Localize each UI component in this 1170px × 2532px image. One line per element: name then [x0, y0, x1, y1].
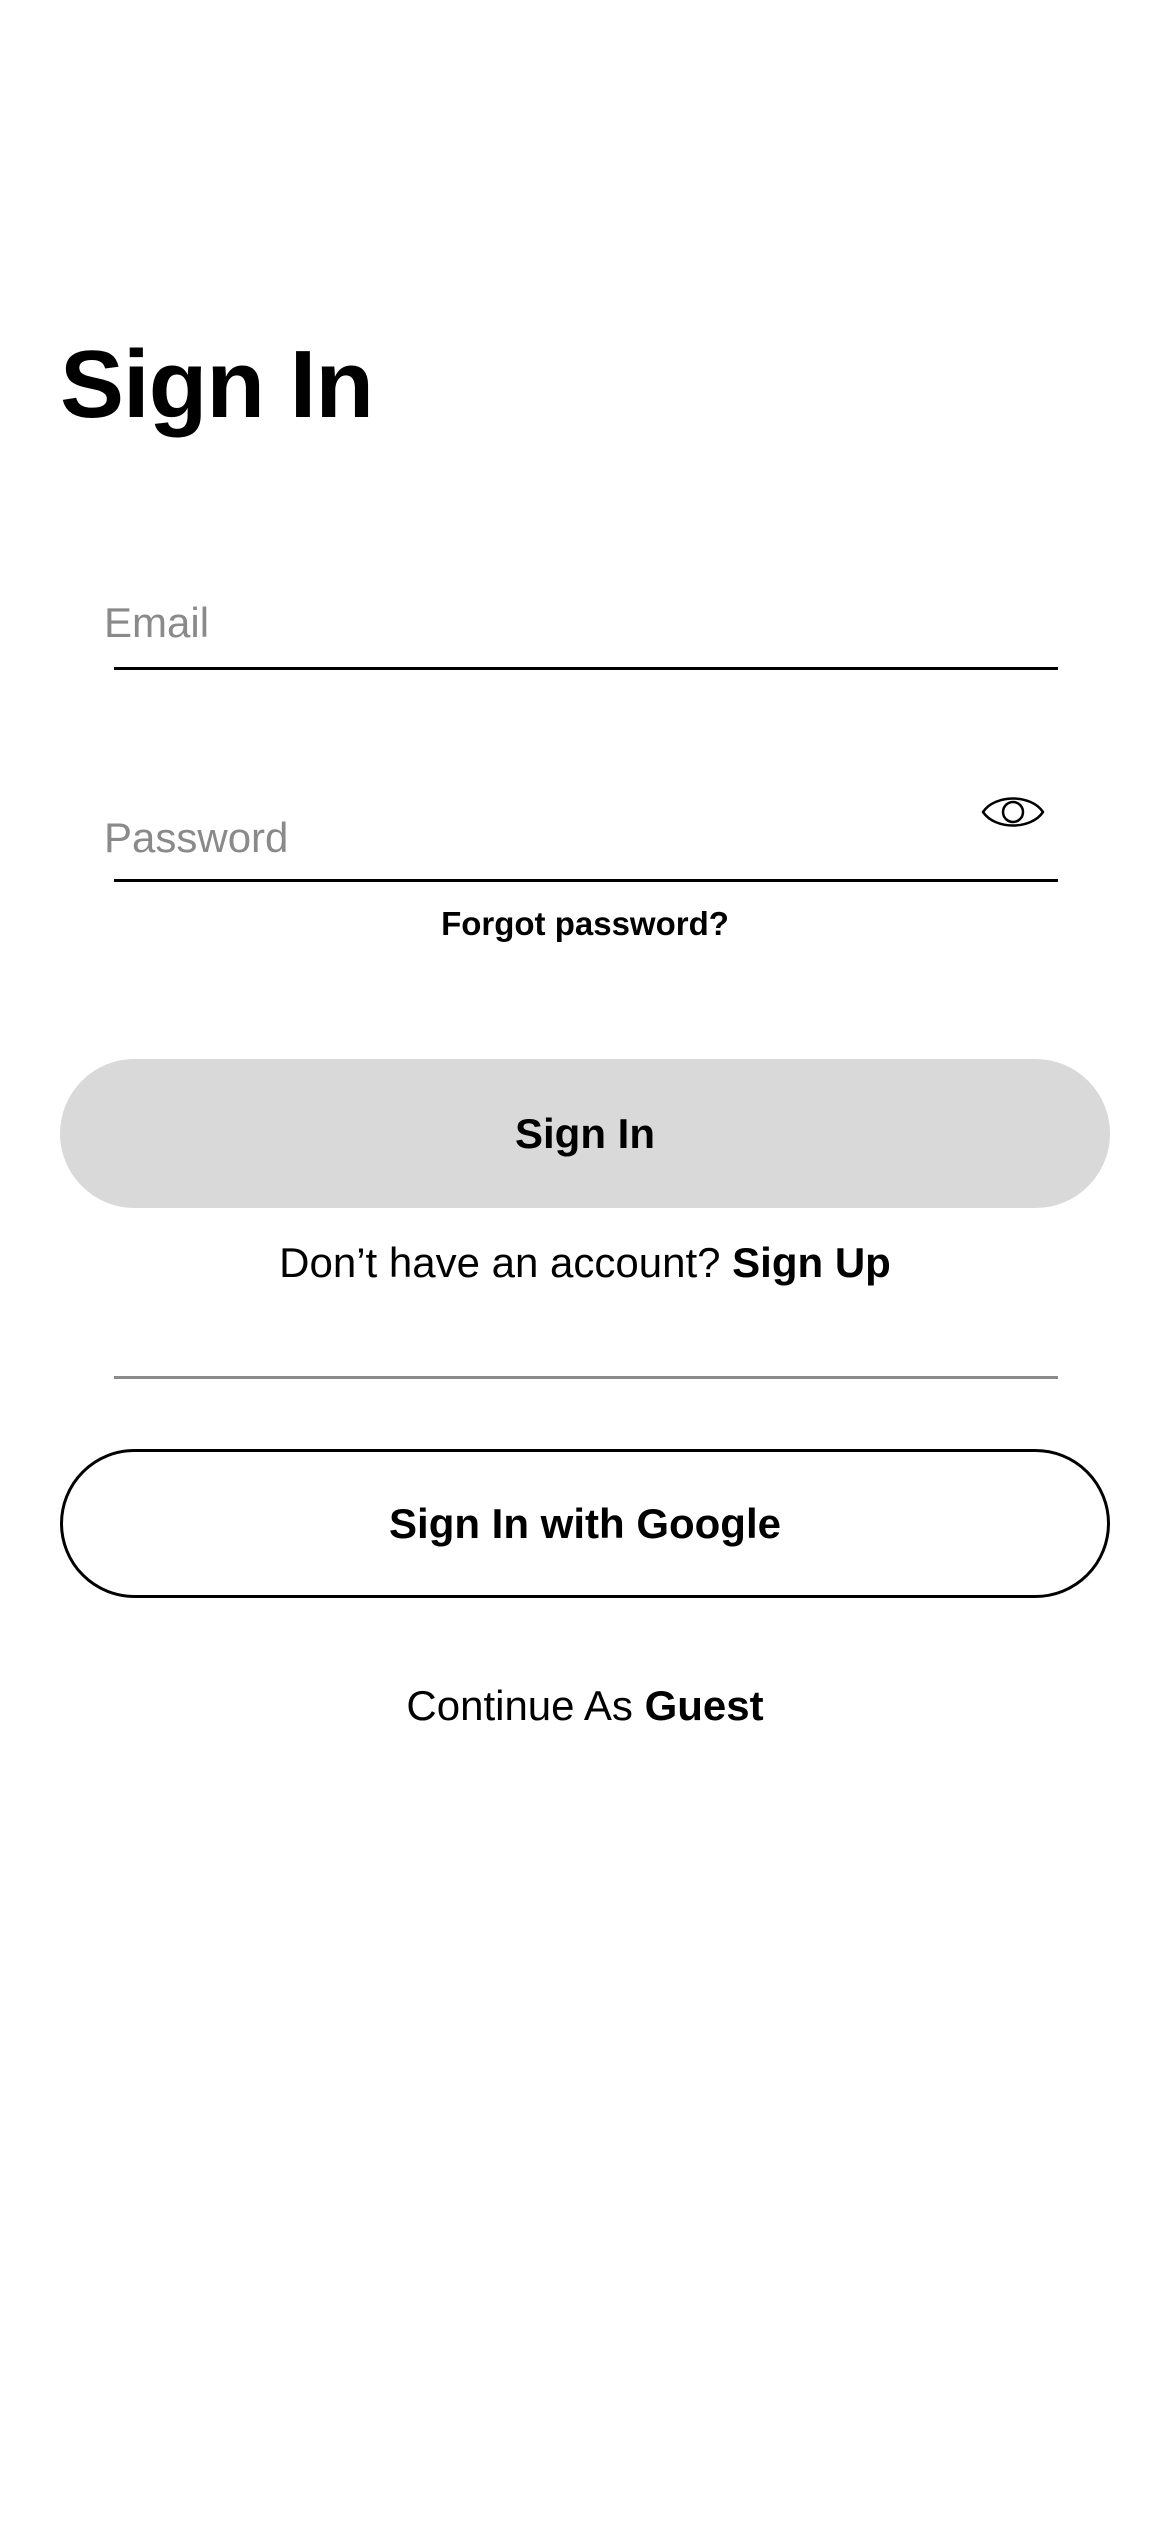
- password-field[interactable]: [104, 808, 1048, 868]
- email-field-container: [104, 593, 1058, 670]
- guest-prompt-text: Continue As: [406, 1682, 645, 1729]
- email-field[interactable]: [104, 593, 1048, 653]
- sign-in-button[interactable]: Sign In: [60, 1059, 1110, 1208]
- divider: [114, 1376, 1058, 1379]
- page-title: Sign In: [60, 331, 374, 438]
- sign-in-with-google-button[interactable]: Sign In with Google: [60, 1449, 1110, 1598]
- sign-up-link[interactable]: Sign Up: [732, 1239, 891, 1286]
- signup-prompt-text: Don’t have an account?: [279, 1239, 733, 1286]
- signup-prompt: Don’t have an account? Sign Up: [0, 1235, 1170, 1291]
- forgot-password-link[interactable]: Forgot password?: [0, 902, 1170, 946]
- guest-prompt: Continue As Guest: [0, 1678, 1170, 1734]
- password-field-container: [104, 808, 1058, 882]
- continue-as-guest-link[interactable]: Guest: [645, 1682, 764, 1729]
- eye-icon[interactable]: [981, 789, 1045, 835]
